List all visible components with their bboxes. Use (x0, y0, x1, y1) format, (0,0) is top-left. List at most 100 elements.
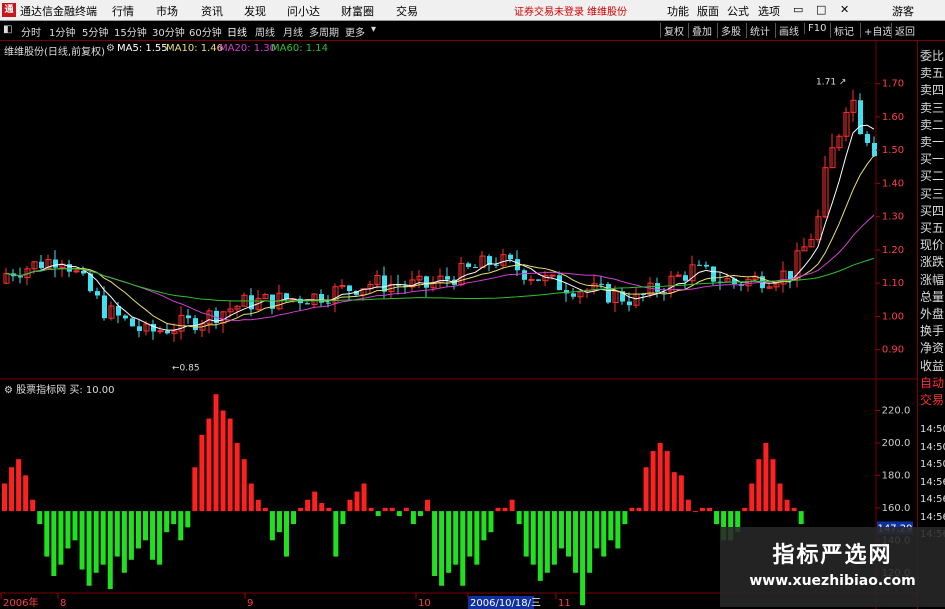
menu-wealth[interactable]: 财富圈 (341, 3, 374, 19)
indicator-bar (707, 507, 712, 512)
period-weekly[interactable]: 周线 (255, 24, 275, 39)
indicator-bar (509, 499, 515, 512)
btn-stats[interactable]: 统计 (746, 23, 773, 38)
indicator-bar (756, 459, 762, 512)
period-more[interactable]: 更多 (345, 24, 365, 39)
price-tick-label: 0.90 (882, 345, 904, 356)
indicator-bar (326, 507, 332, 512)
more-dropdown-icon[interactable]: ▾ (371, 24, 376, 35)
indicator-bar (319, 502, 325, 512)
candle-body (655, 283, 660, 292)
guest-label[interactable]: 游客 (892, 3, 914, 19)
menu-ask[interactable]: 问小达 (287, 3, 320, 19)
indicator-bar (44, 511, 50, 557)
close-icon[interactable]: ✕ (840, 3, 849, 16)
period-monthly[interactable]: 月线 (283, 24, 303, 39)
menu-trade[interactable]: 交易 (396, 3, 418, 19)
period-60min[interactable]: 60分钟 (189, 24, 222, 39)
indicator-bar (481, 511, 487, 541)
candle-body (165, 330, 170, 334)
indicator-bar (439, 511, 445, 586)
candle-body (549, 274, 556, 277)
indicator-bar (671, 472, 677, 512)
candle-body (382, 275, 387, 292)
candle-body (424, 276, 429, 288)
indicator-bar (573, 511, 579, 573)
indicator-bar (37, 511, 43, 525)
period-intraday[interactable]: 分时 (21, 24, 41, 39)
candle-body (18, 276, 23, 278)
btn-adjust[interactable]: 复权 (660, 23, 687, 38)
btn-multi-stock[interactable]: 多股 (717, 23, 744, 38)
menu-news[interactable]: 资讯 (201, 3, 223, 19)
btn-mark[interactable]: 标记 (830, 23, 857, 38)
price-tick-label: 1.30 (882, 212, 904, 223)
candle-body (186, 315, 191, 319)
menu-market[interactable]: 市场 (156, 3, 178, 19)
indicator-bar (544, 511, 550, 573)
indicator-bar (425, 499, 430, 512)
x-axis-label: 9 (247, 598, 253, 609)
candle-body (466, 263, 471, 268)
menu-function[interactable]: 功能 (667, 3, 689, 19)
indicator-bar (749, 483, 755, 512)
indicator-bar (643, 467, 649, 512)
trade-login-notice[interactable]: 证券交易未登录 (514, 3, 584, 18)
minimize-icon[interactable]: ▭ (793, 3, 803, 16)
quote-field-label[interactable]: 自动 (920, 376, 944, 391)
indicator-bar (417, 511, 423, 516)
indicator-tick-label: 180.0 (882, 470, 911, 481)
indicator-name: 股票指标网 买: 10.00 (16, 385, 115, 396)
stock-link[interactable]: 维维股份 (587, 3, 627, 18)
indicator-bar (396, 511, 402, 516)
candle-body (536, 279, 541, 281)
indicator-bar (347, 499, 353, 512)
indicator-bar (551, 511, 557, 565)
indicator-tick-label: 220.0 (882, 405, 911, 416)
indicator-bar (248, 483, 254, 512)
x-axis-label: 2006/10/18/三 (470, 598, 541, 609)
period-1min[interactable]: 1分钟 (49, 24, 75, 39)
indicator-bar (622, 511, 628, 525)
period-daily[interactable]: 日线 (227, 24, 247, 39)
period-multi[interactable]: 多周期 (309, 24, 339, 39)
indicator-bar (453, 511, 459, 565)
menu-layout[interactable]: 版面 (697, 3, 719, 19)
period-30min[interactable]: 30分钟 (152, 24, 185, 39)
indicator-gear-icon[interactable]: ⚙ (4, 385, 13, 396)
menu-quotes[interactable]: 行情 (112, 3, 134, 19)
indicator-bar (467, 511, 473, 557)
maximize-icon[interactable]: □ (816, 3, 826, 16)
menu-discover[interactable]: 发现 (244, 3, 266, 19)
indicator-bar (460, 511, 466, 586)
btn-overlay[interactable]: 叠加 (688, 23, 715, 38)
indicator-bar (298, 507, 304, 512)
btn-f10[interactable]: F10 (804, 23, 829, 34)
quote-field-label[interactable]: 交易 (920, 393, 944, 408)
indicator-bar (206, 418, 212, 512)
indicator-bar (143, 511, 148, 541)
candle-body (571, 293, 576, 297)
quote-field-label: 卖三 (920, 100, 945, 115)
toolbar-left-icon[interactable]: ◧ (3, 24, 12, 35)
candle-body (305, 303, 310, 305)
indicator-bar (432, 511, 438, 577)
indicator-bar (213, 394, 219, 512)
btn-back[interactable]: 返回 (891, 23, 918, 38)
period-15min[interactable]: 15分钟 (114, 24, 147, 39)
indicator-bar (2, 483, 7, 512)
trade-time: 14:50 (920, 459, 945, 470)
menu-options[interactable]: 选项 (758, 3, 780, 19)
indicator-bar (382, 507, 388, 512)
chart-area[interactable]: 1.70 1.60 1.50 1.40 1.30 1.20 1.10 1.00 0.90 220.… (0, 41, 917, 609)
quote-field-label: 卖一 (920, 135, 945, 149)
period-5min[interactable]: 5分钟 (82, 24, 108, 39)
candle-body (193, 318, 198, 331)
high-annotation: 1.71 ↗ (816, 77, 846, 87)
indicator-bar (580, 511, 586, 606)
menu-formula[interactable]: 公式 (727, 3, 749, 19)
candle-body (326, 302, 331, 304)
indicator-bar (107, 511, 113, 589)
indicator-bar (375, 511, 381, 516)
btn-draw[interactable]: 画线 (775, 23, 802, 38)
